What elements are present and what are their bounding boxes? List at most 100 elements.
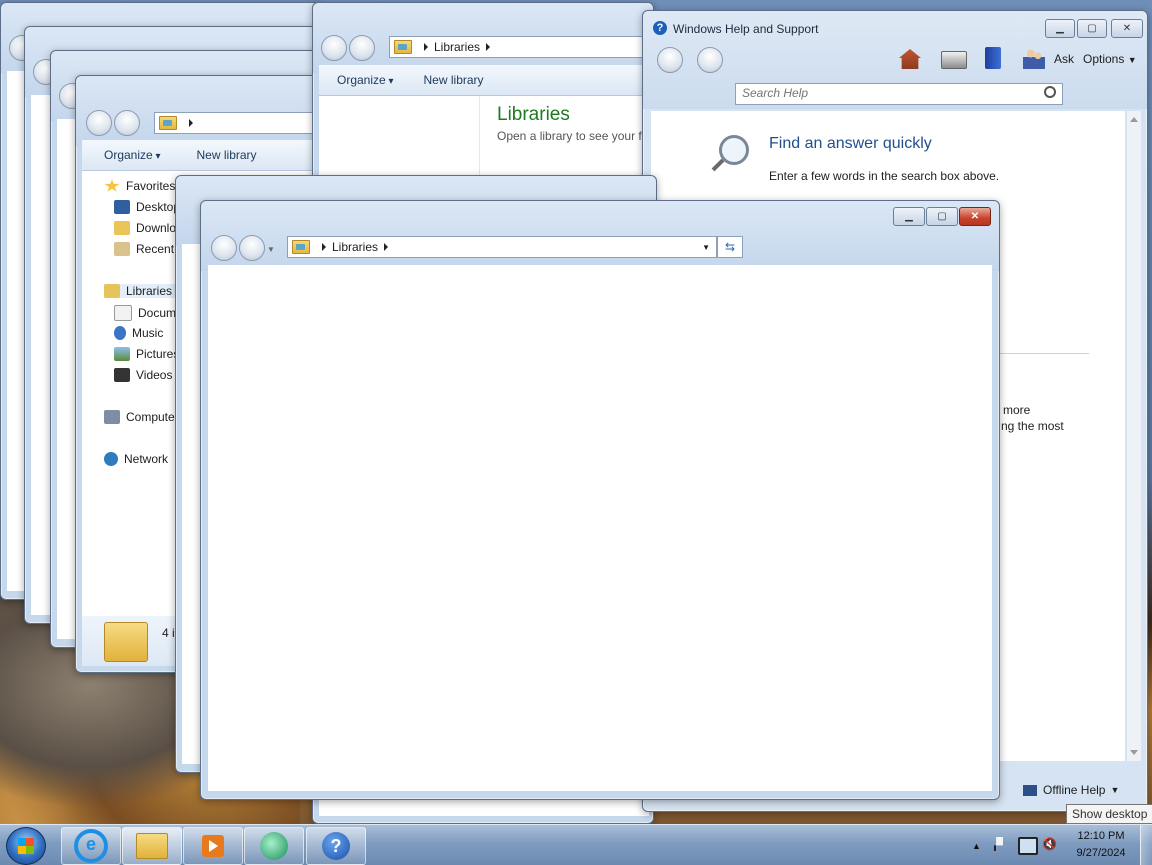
recent-pages-chevron-icon[interactable]: ▼ xyxy=(267,245,275,254)
item-count: 4 i xyxy=(162,626,175,640)
breadcrumb-arrow-icon xyxy=(486,43,491,51)
options-label: Options xyxy=(1083,52,1125,66)
nav-label: Videos xyxy=(136,368,173,382)
nav-label: Libraries xyxy=(126,284,173,298)
search-help-box[interactable] xyxy=(735,83,1063,105)
media-player-icon xyxy=(202,835,224,857)
nav-pictures[interactable]: Pictures xyxy=(114,347,179,361)
organize-menu[interactable]: Organize xyxy=(104,148,161,162)
nav-videos[interactable]: Videos xyxy=(114,368,172,382)
nav-music[interactable]: Music xyxy=(114,326,163,340)
command-bar: Organize New library xyxy=(319,65,649,96)
action-center-flag-icon[interactable] xyxy=(994,837,1008,851)
scroll-up-arrow-icon[interactable] xyxy=(1130,117,1138,122)
libraries-folder-icon xyxy=(394,40,412,54)
forward-button[interactable] xyxy=(349,35,375,61)
address-bar[interactable]: Libraries xyxy=(389,36,653,58)
help-scrollbar[interactable] xyxy=(1127,111,1141,761)
back-button[interactable] xyxy=(657,47,683,73)
taskbar-media-center[interactable] xyxy=(244,827,304,865)
forward-button[interactable] xyxy=(697,47,723,73)
forward-button[interactable] xyxy=(239,235,265,261)
nav-label: Downlo xyxy=(136,221,177,235)
offline-help-button[interactable]: Offline Help ▼ xyxy=(1023,783,1119,797)
explorer-window-front[interactable]: ▁ ▢ ✕ ▼ Libraries ▼ ⇆ xyxy=(200,200,1000,800)
new-library-button[interactable]: New library xyxy=(424,73,484,87)
scroll-down-arrow-icon[interactable] xyxy=(1130,750,1138,755)
nav-documents[interactable]: Docum xyxy=(114,305,176,321)
back-button[interactable] xyxy=(86,110,112,136)
close-button[interactable]: ✕ xyxy=(1111,19,1143,38)
breadcrumb-libraries[interactable]: Libraries xyxy=(434,40,480,54)
libraries-heading: Libraries xyxy=(497,104,570,125)
new-library-button[interactable]: New library xyxy=(197,148,257,162)
nav-label: Favorites xyxy=(126,179,176,193)
magnifier-handle xyxy=(711,158,725,172)
print-icon[interactable] xyxy=(941,51,967,69)
close-button[interactable]: ✕ xyxy=(959,207,991,226)
search-help-input[interactable] xyxy=(736,84,1038,102)
nav-computer[interactable]: Compute xyxy=(104,410,175,424)
partial-text-more: more xyxy=(1003,403,1031,417)
breadcrumb-libraries[interactable]: Libraries xyxy=(332,240,378,254)
find-answer-heading: Find an answer quickly xyxy=(769,135,932,152)
address-bar[interactable] xyxy=(154,112,336,134)
taskbar-help-and-support[interactable]: ? xyxy=(306,827,366,865)
breadcrumb-arrow-icon xyxy=(424,43,428,51)
offline-help-label: Offline Help xyxy=(1043,783,1106,797)
breadcrumb-arrow-icon xyxy=(322,243,326,251)
nav-downloads[interactable]: Downlo xyxy=(114,221,176,235)
organize-menu[interactable]: Organize xyxy=(337,73,394,87)
show-desktop-button[interactable] xyxy=(1140,825,1152,865)
front-content-pane xyxy=(208,265,992,791)
search-icon[interactable] xyxy=(1044,86,1056,98)
nav-label: Compute xyxy=(126,410,175,424)
minimize-button[interactable]: ▁ xyxy=(1045,19,1075,38)
taskbar-media-player[interactable] xyxy=(183,827,243,865)
volume-muted-icon[interactable]: 🔇 xyxy=(1042,837,1058,853)
libraries-subtext: Open a library to see your fi xyxy=(497,129,645,143)
address-bar[interactable]: Libraries ▼ xyxy=(287,236,717,258)
forward-button[interactable] xyxy=(114,110,140,136)
command-bar: Organize New library xyxy=(82,140,332,171)
taskbar-windows-explorer[interactable] xyxy=(122,827,182,865)
nav-libraries[interactable]: Libraries xyxy=(104,284,179,298)
browse-help-book-icon[interactable] xyxy=(985,47,1001,69)
libraries-large-icon xyxy=(104,622,148,662)
nav-label: Pictures xyxy=(136,347,180,361)
windows-explorer-icon xyxy=(136,833,168,859)
options-menu[interactable]: Options ▼ xyxy=(1083,52,1137,66)
nav-desktop[interactable]: Desktop xyxy=(114,200,180,214)
maximize-button[interactable]: ▢ xyxy=(926,207,958,226)
show-desktop-tooltip: Show desktop xyxy=(1066,804,1152,824)
ask-button[interactable]: Ask xyxy=(1054,52,1074,66)
clock-date[interactable]: 9/27/2024 xyxy=(1068,847,1134,859)
downloads-icon xyxy=(114,221,130,235)
libraries-folder-icon xyxy=(292,240,310,254)
maximize-button[interactable]: ▢ xyxy=(1077,19,1107,38)
clock-time[interactable]: 12:10 PM xyxy=(1068,830,1134,842)
show-hidden-icons-arrow-icon[interactable]: ▲ xyxy=(972,841,981,851)
documents-icon xyxy=(114,305,132,321)
back-button[interactable] xyxy=(211,235,237,261)
ask-people-icon[interactable] xyxy=(1023,47,1045,69)
nav-label: Docum xyxy=(138,306,177,320)
network-tray-icon[interactable] xyxy=(1018,837,1038,855)
help-window-title: Windows Help and Support xyxy=(673,22,819,36)
address-dropdown-icon[interactable]: ▼ xyxy=(702,243,710,252)
nav-favorites[interactable]: Favorites xyxy=(104,179,175,193)
breadcrumb-arrow-icon xyxy=(189,119,193,127)
breadcrumb-arrow-icon xyxy=(384,243,389,251)
libraries-icon xyxy=(104,284,120,298)
taskbar: e ? ▲ 🔇 12:10 PM 9/27/2024 xyxy=(0,824,1152,865)
back-button[interactable] xyxy=(321,35,347,61)
start-button[interactable] xyxy=(6,827,46,865)
chevron-down-icon: ▼ xyxy=(1110,785,1120,795)
taskbar-internet-explorer[interactable]: e xyxy=(61,827,121,865)
nav-network[interactable]: Network xyxy=(104,452,168,466)
pictures-icon xyxy=(114,347,130,361)
refresh-button[interactable]: ⇆ xyxy=(717,236,743,258)
windows-logo-icon xyxy=(18,838,34,854)
help-icon: ? xyxy=(322,832,350,860)
minimize-button[interactable]: ▁ xyxy=(893,207,925,226)
